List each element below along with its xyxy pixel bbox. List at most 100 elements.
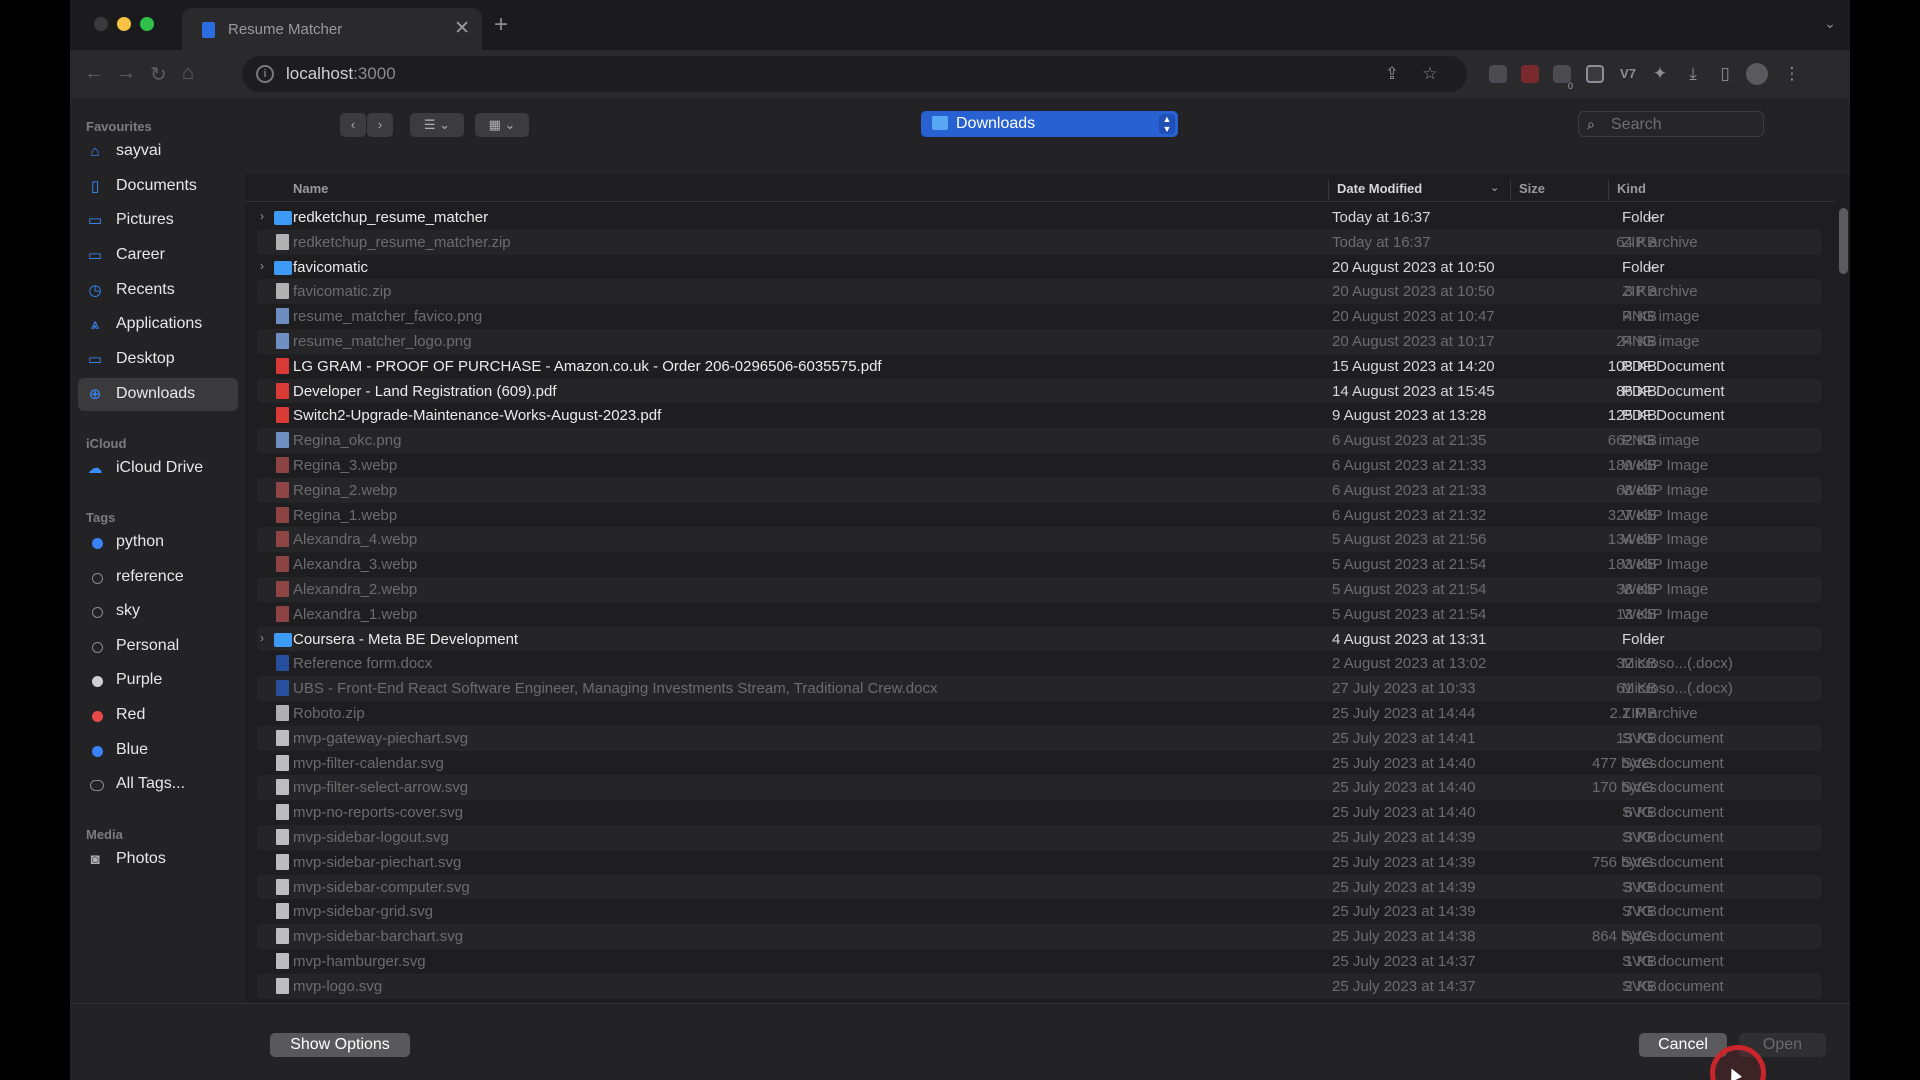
sidebar-item-downloads[interactable]: ⊕ Downloads <box>78 378 238 411</box>
browser-tab[interactable]: Resume Matcher ✕ <box>182 8 482 50</box>
disclosure-chevron-icon[interactable]: › <box>260 209 264 223</box>
file-row[interactable]: Developer - Land Registration (609).pdf 1… <box>257 378 1822 404</box>
tag-python[interactable]: python <box>78 526 238 559</box>
window-zoom-button[interactable] <box>140 17 154 31</box>
extension-icon-4[interactable] <box>1586 65 1604 83</box>
cancel-button[interactable]: Cancel <box>1639 1033 1727 1057</box>
size-column-header[interactable]: Size <box>1519 181 1545 196</box>
file-date: 5 August 2023 at 21:54 <box>1332 556 1487 574</box>
extension-icon-2[interactable] <box>1521 65 1539 83</box>
file-row[interactable]: redketchup_resume_matcher.zip Today at 16… <box>257 229 1822 255</box>
menu-icon[interactable]: ⋮ <box>1782 64 1802 84</box>
location-popup[interactable]: Downloads ▲ ▼ <box>921 111 1178 137</box>
file-row[interactable]: resume_matcher_logo.png 20 August 2023 at… <box>257 329 1822 354</box>
search-input[interactable] <box>1611 115 1751 135</box>
window-minimize-button[interactable] <box>117 17 131 31</box>
file-row[interactable]: Roboto.zip 25 July 2023 at 14:44 2.1 MB ZIP… <box>257 701 1822 726</box>
date-column-header[interactable]: Date Modified <box>1337 181 1422 196</box>
file-row[interactable]: mvp-sidebar-logout.svg 25 July 2023 at 14… <box>257 825 1822 850</box>
star-icon[interactable]: ☆ <box>1420 64 1440 84</box>
file-row[interactable]: mvp-gateway-piechart.svg 25 July 2023 at … <box>257 725 1822 751</box>
file-row[interactable]: Regina_1.webp 6 August 2023 at 21:32 327 K… <box>257 503 1822 528</box>
window-close-button[interactable] <box>94 17 108 31</box>
file-row[interactable]: mvp-filter-select-arrow.svg 25 July 2023 … <box>257 775 1822 801</box>
sidebar-item-pictures[interactable]: ▭ Pictures <box>78 204 238 237</box>
sidepanel-icon[interactable]: ▯ <box>1715 64 1735 84</box>
folder-row[interactable]: › redketchup_resume_matcher Today at 16:37… <box>257 205 1822 230</box>
sidebar-item-desktop[interactable]: ▭ Desktop <box>78 343 238 376</box>
file-row[interactable]: mvp-no-reports-cover.svg 25 July 2023 at … <box>257 800 1822 825</box>
file-row[interactable]: mvp-sidebar-computer.svg 25 July 2023 at … <box>257 874 1822 900</box>
search-field[interactable]: ⌕ <box>1578 111 1764 137</box>
puzzle-icon[interactable]: ✦ <box>1650 64 1670 84</box>
sidebar-item-career[interactable]: ▭ Career <box>78 239 238 272</box>
group-view-button[interactable]: ▦ ⌄ <box>475 113 529 137</box>
sidebar-item-documents[interactable]: ▯ Documents <box>78 170 238 203</box>
download-icon[interactable]: ⤓ <box>1683 64 1703 84</box>
file-row[interactable]: Alexandra_1.webp 5 August 2023 at 21:54 13… <box>257 602 1822 627</box>
file-row[interactable]: favicomatic.zip 20 August 2023 at 10:50 3 … <box>257 279 1822 305</box>
back-nav-button[interactable]: ‹ <box>340 113 366 137</box>
back-button[interactable]: ← <box>84 62 104 85</box>
file-row[interactable]: LG GRAM - PROOF OF PURCHASE - Amazon.co.… <box>257 354 1822 379</box>
forward-button[interactable]: → <box>116 62 136 85</box>
file-row[interactable]: Alexandra_2.webp 5 August 2023 at 21:54 38… <box>257 577 1822 602</box>
sidebar-item-applications[interactable]: ⩓ Applications <box>78 308 238 341</box>
file-row[interactable]: UBS - Front-End React Software Engineer,… <box>257 676 1822 701</box>
location-label: Downloads <box>956 115 1036 132</box>
tag-blue[interactable]: Blue <box>78 734 238 767</box>
profile-avatar[interactable] <box>1746 63 1768 85</box>
file-name: UBS - Front-End React Software Engineer,… <box>293 680 938 698</box>
disclosure-chevron-icon[interactable]: › <box>260 631 264 645</box>
file-row[interactable]: Switch2-Upgrade-Maintenance-Works-August… <box>257 403 1822 428</box>
disclosure-chevron-icon[interactable]: › <box>260 259 264 273</box>
show-options-button[interactable]: Show Options <box>270 1033 410 1057</box>
tag-reference[interactable]: reference <box>78 561 238 594</box>
tag-all-tags[interactable]: All Tags... <box>78 768 238 801</box>
file-date: 5 August 2023 at 21:56 <box>1332 531 1487 549</box>
extension-icon-1[interactable] <box>1489 65 1507 83</box>
sidebar-item-sayvai[interactable]: ⌂ sayvai <box>78 135 238 168</box>
reload-button[interactable]: ↻ <box>150 62 167 87</box>
file-row[interactable]: Regina_2.webp 6 August 2023 at 21:33 68 KB… <box>257 477 1822 503</box>
folder-row[interactable]: › favicomatic 20 August 2023 at 10:50 -- Fol… <box>257 255 1822 280</box>
file-kind: SVG document <box>1622 804 1724 822</box>
file-row[interactable]: Alexandra_3.webp 5 August 2023 at 21:54 18… <box>257 552 1822 577</box>
file-row[interactable]: Regina_okc.png 6 August 2023 at 21:35 662 … <box>257 428 1822 453</box>
home-button[interactable]: ⌂ <box>182 62 194 85</box>
file-row[interactable]: mvp-hamburger.svg 25 July 2023 at 14:37 1 … <box>257 949 1822 974</box>
tag-purple[interactable]: Purple <box>78 664 238 697</box>
file-row[interactable]: mvp-sidebar-piechart.svg 25 July 2023 at … <box>257 850 1822 875</box>
address-bar[interactable]: i localhost:3000 ⇪ ☆ <box>242 56 1467 92</box>
column-divider[interactable] <box>1328 180 1329 200</box>
file-row[interactable]: mvp-filter-calendar.svg 25 July 2023 at 1… <box>257 751 1822 776</box>
scrollbar-thumb[interactable] <box>1839 208 1848 274</box>
sidebar-item-recents[interactable]: ◷ Recents <box>78 274 238 307</box>
tab-close-icon[interactable]: ✕ <box>454 17 470 40</box>
share-icon[interactable]: ⇪ <box>1382 64 1402 84</box>
site-info-icon[interactable]: i <box>256 65 274 83</box>
file-row[interactable]: mvp-logo.svg 25 July 2023 at 14:37 2 KB SVG… <box>257 973 1822 999</box>
sidebar-item-photos[interactable]: ◙ Photos <box>78 843 238 876</box>
column-divider[interactable] <box>1510 180 1511 200</box>
tab-search-button[interactable]: ⌄ <box>1824 15 1836 32</box>
tag-red[interactable]: Red <box>78 699 238 732</box>
file-row[interactable]: mvp-sidebar-barchart.svg 25 July 2023 at … <box>257 924 1822 949</box>
new-tab-button[interactable]: + <box>494 11 508 39</box>
folder-row[interactable]: › Coursera - Meta BE Development 4 August … <box>257 626 1822 652</box>
file-row[interactable]: Alexandra_4.webp 5 August 2023 at 21:56 13… <box>257 527 1822 553</box>
tag-sky[interactable]: sky <box>78 595 238 628</box>
applications-icon: ⩓ <box>90 316 100 333</box>
file-row[interactable]: Regina_3.webp 6 August 2023 at 21:33 189 K… <box>257 453 1822 478</box>
forward-nav-button[interactable]: › <box>367 113 393 137</box>
name-column-header[interactable]: Name <box>293 181 328 196</box>
tag-personal[interactable]: Personal <box>78 630 238 663</box>
file-row[interactable]: Reference form.docx 2 August 2023 at 13:0… <box>257 651 1822 676</box>
sidebar-item-icloud-drive[interactable]: ☁ iCloud Drive <box>78 452 238 485</box>
file-row[interactable]: resume_matcher_favico.png 20 August 2023 … <box>257 304 1822 329</box>
kind-column-header[interactable]: Kind <box>1617 181 1646 196</box>
column-divider[interactable] <box>1608 180 1609 200</box>
file-row[interactable]: mvp-sidebar-grid.svg 25 July 2023 at 14:3… <box>257 899 1822 924</box>
extension-icon-5[interactable]: V7 <box>1618 64 1638 84</box>
list-view-button[interactable]: ☰ ⌄ <box>410 113 464 137</box>
